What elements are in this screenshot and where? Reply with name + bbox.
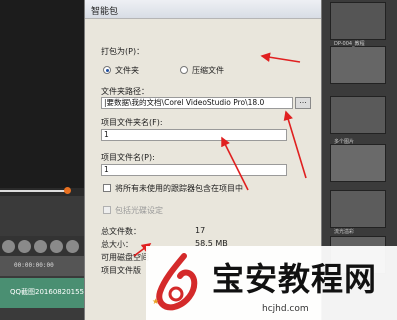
library-thumb[interactable] [330,144,386,182]
include-disc-checkbox [103,206,111,214]
library-thumb-label: DP-004_教程 [334,41,365,47]
svg-text:★: ★ [152,297,159,306]
library-thumb[interactable] [330,2,386,40]
project-file-label: 项目文件名(P): [101,153,155,162]
library-thumb-label: 流光溢彩 [334,229,355,235]
record-icon[interactable] [34,239,47,253]
include-unused-label[interactable]: 将所有未使用的跟踪器包含在项目中 [115,183,243,194]
folder-path-field[interactable]: |要数据\我的文档\Corel VideoStudio Pro\18.0 [101,97,293,109]
timeline-toolbar [0,236,84,256]
total-files-value: 17 [195,226,206,235]
mixer-icon[interactable] [50,239,63,253]
scrub-handle[interactable] [64,187,71,194]
project-version-label: 项目文件版 [101,266,141,275]
radio-zip[interactable] [180,66,188,74]
folder-path-label: 文件夹路径： [101,87,149,96]
include-disc-label: 包括光碟设定 [115,206,163,215]
timeline-clip-label: QQ截图20160820155 [10,288,85,296]
total-size-label: 总大小： [101,240,133,249]
disk-space-label: 可用磁盘空间 [101,253,149,262]
track-manager-icon[interactable] [66,239,79,253]
radio-zip-label[interactable]: 压缩文件 [192,65,224,76]
project-folder-label: 项目文件夹名(F): [101,118,163,127]
watermark-url: hcjhd.com [262,304,309,314]
dialog-title: 智能包 [91,7,119,17]
watermark-logo-icon: ★ [152,253,198,311]
timeline-ruler[interactable]: 00:00:00:00 [0,256,84,276]
watermark-title: 宝安教程网 [212,260,378,298]
library-thumb[interactable] [330,46,386,84]
radio-folder-label[interactable]: 文件夹 [115,65,139,76]
include-unused-checkbox[interactable] [103,184,111,192]
browse-button[interactable]: ... [295,97,311,109]
library-thumb[interactable] [330,190,386,228]
redo-icon[interactable] [18,239,31,253]
radio-folder[interactable] [103,66,111,74]
total-files-label: 总文件数： [101,227,141,236]
library-thumb[interactable] [330,96,386,134]
preview-window [0,0,84,190]
project-folder-field[interactable]: 1 [101,129,287,141]
project-file-field[interactable]: 1 [101,164,287,176]
library-thumb-label: 多个图片 [334,139,355,145]
undo-icon[interactable] [2,239,15,253]
scrub-progress [0,190,70,192]
dialog-titlebar[interactable] [85,0,321,19]
pack-as-label: 打包为(P)： [101,47,145,56]
